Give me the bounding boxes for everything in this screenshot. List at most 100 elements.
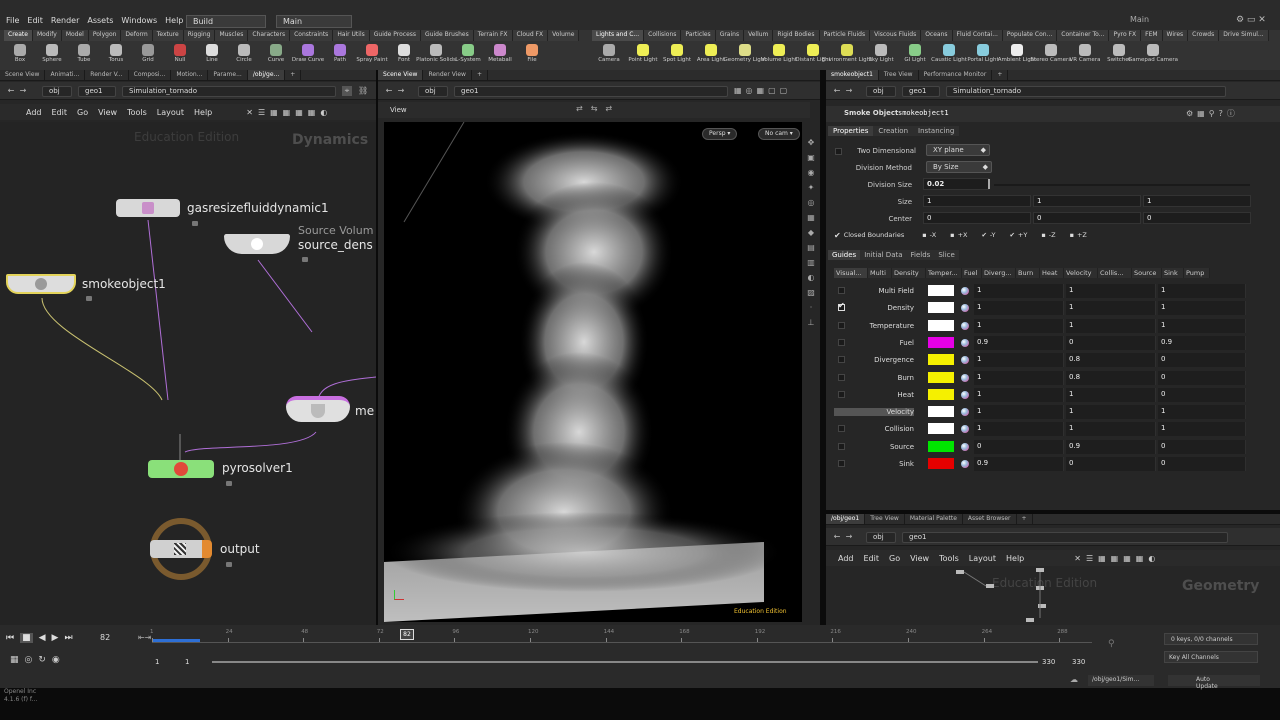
auto-update-dropdown[interactable]: Auto Update bbox=[1168, 675, 1260, 690]
shelf-tool[interactable]: Null bbox=[164, 42, 196, 69]
path-obj[interactable]: obj bbox=[418, 86, 448, 97]
shelf-tab[interactable]: Modify bbox=[32, 30, 62, 41]
shelf-tool[interactable]: Draw Curve bbox=[292, 42, 324, 69]
viewport-3d[interactable]: Persp ▾ No cam ▾ Education Edition bbox=[384, 122, 802, 622]
shelf-tab[interactable]: Deform bbox=[121, 30, 153, 41]
size-z-field[interactable]: 1 bbox=[1143, 195, 1251, 207]
shelf-tab[interactable]: Volume bbox=[548, 30, 580, 41]
vis-tab[interactable]: Velocity bbox=[1064, 268, 1098, 278]
stab-guides[interactable]: Guides bbox=[828, 250, 861, 260]
size-x-field[interactable]: 1 bbox=[923, 195, 1031, 207]
forward-arrow-icon[interactable]: → bbox=[396, 86, 406, 96]
color-picker-icon[interactable] bbox=[961, 287, 969, 295]
shelf-tab[interactable]: Pyro FX bbox=[1109, 30, 1142, 41]
shelf-tool[interactable]: Grid bbox=[132, 42, 164, 69]
vis-tab[interactable]: Visual... bbox=[834, 268, 868, 278]
shelf-tool[interactable]: Point Light bbox=[626, 42, 660, 69]
vis-value-field[interactable]: 0.9 bbox=[974, 457, 1064, 471]
geo-menu-view[interactable]: View bbox=[910, 554, 929, 563]
network-tab[interactable]: Animati... bbox=[45, 70, 86, 80]
range-end-2[interactable]: 330 bbox=[1072, 658, 1085, 666]
node-output[interactable] bbox=[150, 540, 212, 558]
div-size-slider[interactable] bbox=[994, 184, 1250, 186]
net-menu-help[interactable]: Help bbox=[194, 108, 212, 117]
shelf-tool[interactable]: Geometry Light bbox=[724, 42, 766, 69]
vis-value-field[interactable]: 1 bbox=[1066, 422, 1156, 437]
tab-smokeobject[interactable]: smokeobject1 bbox=[826, 70, 879, 80]
back-arrow-icon[interactable]: ← bbox=[384, 86, 394, 96]
shelf-tool[interactable]: Line bbox=[196, 42, 228, 69]
bound-pz-checkbox[interactable]: ▪ bbox=[1070, 231, 1074, 239]
bound-ny-checkbox[interactable]: ✔ bbox=[981, 231, 986, 239]
bound-px-checkbox[interactable]: ▪ bbox=[950, 231, 954, 239]
shelf-tool[interactable]: Box bbox=[4, 42, 36, 69]
vis-value-field[interactable]: 0 bbox=[1158, 370, 1246, 385]
net-menu-view[interactable]: View bbox=[98, 108, 117, 117]
vis-value-field[interactable]: 0 bbox=[1158, 457, 1246, 471]
color-picker-icon[interactable] bbox=[961, 425, 969, 434]
shelf-tab[interactable]: Vellum bbox=[744, 30, 774, 41]
shelf-tool[interactable]: Spot Light bbox=[660, 42, 694, 69]
node-gasresize[interactable] bbox=[116, 199, 180, 217]
forward-arrow-icon[interactable]: → bbox=[844, 86, 854, 96]
shelf-tool[interactable]: Sphere bbox=[36, 42, 68, 69]
node-name[interactable]: smokeobject1 bbox=[898, 109, 949, 117]
tab-render-view[interactable]: Render View bbox=[423, 70, 472, 80]
vis-value-field[interactable]: 0 bbox=[1158, 353, 1246, 368]
tab-material-palette[interactable]: Material Palette bbox=[905, 514, 963, 524]
range-slider[interactable] bbox=[212, 661, 1038, 663]
add-tab-icon[interactable]: + bbox=[285, 70, 302, 80]
vis-color-swatch[interactable] bbox=[928, 458, 954, 469]
vis-value-field[interactable]: 1 bbox=[1158, 405, 1246, 420]
menu-edit[interactable]: Edit bbox=[27, 16, 43, 25]
vis-value-field[interactable]: 1 bbox=[974, 353, 1064, 368]
network-graph[interactable]: Education Edition Dynamics gasresizeflui… bbox=[0, 122, 376, 625]
path-obj[interactable]: obj bbox=[866, 86, 896, 97]
shelf-tool[interactable]: Volume Light bbox=[761, 42, 797, 69]
vis-value-field[interactable]: 1 bbox=[1066, 405, 1156, 420]
shelf-tool[interactable]: Area Light bbox=[694, 42, 728, 69]
shelf-tool[interactable]: Sky Light bbox=[864, 42, 898, 69]
shelf-tab[interactable]: Rigid Bodies bbox=[773, 30, 820, 41]
bound-nz-checkbox[interactable]: ▪ bbox=[1041, 231, 1045, 239]
desktop-main-dropdown[interactable]: Main bbox=[276, 15, 352, 28]
center-x-field[interactable]: 0 bbox=[923, 212, 1031, 224]
shelf-tab[interactable]: Viscous Fluids bbox=[870, 30, 922, 41]
persp-dropdown[interactable]: Persp ▾ bbox=[702, 128, 738, 140]
path-geo[interactable]: geo1 bbox=[902, 532, 1228, 543]
network-tab[interactable]: Composi... bbox=[129, 70, 172, 80]
vis-value-field[interactable]: 1 bbox=[1158, 301, 1246, 316]
two-dim-dropdown[interactable]: XY plane ◆ bbox=[926, 144, 990, 156]
tab-asset-browser[interactable]: Asset Browser bbox=[963, 514, 1017, 524]
path-geo[interactable]: geo1 bbox=[902, 86, 940, 97]
shelf-tool[interactable]: Ambient Light bbox=[998, 42, 1036, 69]
back-arrow-icon[interactable]: ← bbox=[832, 532, 842, 542]
shelf-tool[interactable]: Torus bbox=[100, 42, 132, 69]
div-method-dropdown[interactable]: By Size ◆ bbox=[926, 161, 992, 173]
shelf-tab[interactable]: Texture bbox=[152, 30, 184, 41]
vis-color-swatch[interactable] bbox=[928, 285, 954, 296]
shelf-tab[interactable]: Particle Fluids bbox=[819, 30, 871, 41]
path-geo[interactable]: geo1 bbox=[454, 86, 728, 97]
path-sim[interactable]: Simulation_tornado bbox=[122, 86, 336, 97]
vis-value-field[interactable]: 0.8 bbox=[1066, 370, 1156, 385]
shelf-tool[interactable]: Curve bbox=[260, 42, 292, 69]
shelf-tool[interactable]: Portal Light bbox=[966, 42, 1000, 69]
bound-py-checkbox[interactable]: ✔ bbox=[1009, 231, 1014, 239]
shelf-tool[interactable]: L-System bbox=[452, 42, 484, 69]
vis-value-field[interactable]: 1 bbox=[1158, 284, 1246, 298]
color-picker-icon[interactable] bbox=[961, 304, 969, 313]
vis-tab[interactable]: Fuel bbox=[962, 268, 982, 278]
menu-file[interactable]: File bbox=[6, 16, 19, 25]
path-sim[interactable]: Simulation_tornado bbox=[946, 86, 1226, 97]
shelf-tab[interactable]: Guide Process bbox=[369, 30, 422, 41]
key-icon[interactable]: ⚲ bbox=[1108, 639, 1115, 649]
shelf-tool[interactable]: Tube bbox=[68, 42, 100, 69]
handle-icons[interactable]: ⇄⇆⇄ bbox=[576, 104, 620, 113]
network-toolbar-icons[interactable]: ✕☰▦▦▦▦◐ bbox=[246, 108, 332, 117]
div-size-slider-handle[interactable] bbox=[988, 179, 990, 189]
current-frame-field[interactable]: 82 bbox=[100, 633, 136, 645]
audio-icon[interactable]: ◎ bbox=[25, 655, 33, 665]
net-menu-tools[interactable]: Tools bbox=[127, 108, 147, 117]
play-icon[interactable]: ▶ bbox=[52, 633, 59, 643]
